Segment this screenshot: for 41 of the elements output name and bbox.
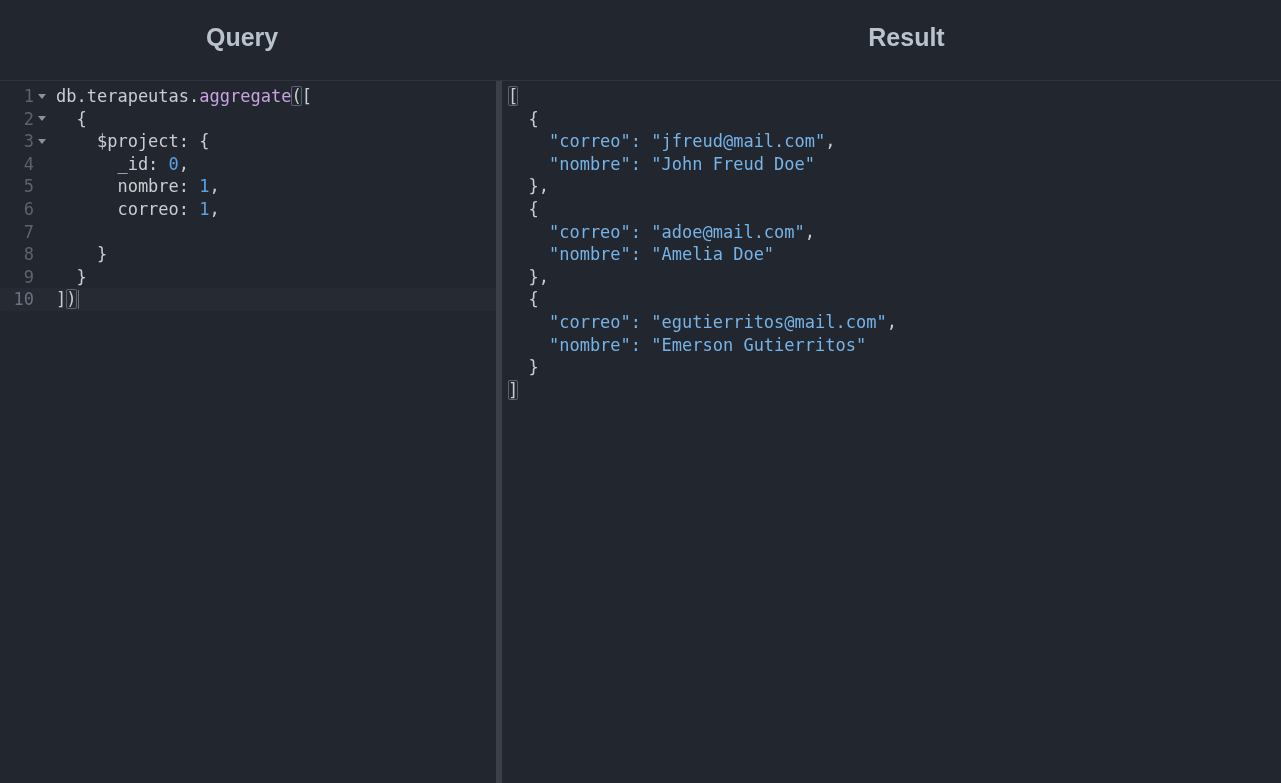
panel-title: Query bbox=[206, 22, 279, 52]
line-number: 2 bbox=[22, 107, 34, 131]
text-cursor bbox=[77, 290, 79, 310]
fold-arrow-icon[interactable] bbox=[38, 116, 46, 122]
code-line: } bbox=[95, 243, 108, 266]
result-line: "correo": "egutierritos@mail.com", bbox=[547, 310, 897, 334]
code-line: ]) bbox=[56, 288, 77, 311]
line-number: 6 bbox=[22, 197, 34, 221]
result-line: { bbox=[527, 197, 539, 221]
code-line: _id: 0, bbox=[116, 152, 190, 176]
line-number: 3 bbox=[22, 130, 34, 153]
code-line: { bbox=[75, 107, 87, 131]
code-line: correo: 1, bbox=[116, 197, 220, 221]
result-line: "correo": "adoe@mail.com", bbox=[547, 220, 816, 244]
line-number: 4 bbox=[22, 152, 34, 176]
result-line: "correo": "jfreud@mail.com", bbox=[547, 130, 836, 153]
line-number: 9 bbox=[22, 265, 34, 289]
line-number: 1 bbox=[22, 85, 34, 108]
line-number: 8 bbox=[22, 243, 34, 266]
query-editor[interactable]: 1 db.terapeutas.aggregate([ 2 { 3 $project: { 4 _id: 0, 5 nombre: 1, 6 correo: 1, 7 8 } 9 } 10 ]) bbox=[0, 81, 496, 783]
result-line: [ bbox=[508, 85, 519, 108]
result-line: }, bbox=[527, 265, 549, 289]
fold-arrow-icon[interactable] bbox=[38, 93, 46, 99]
panel-title: Result bbox=[868, 22, 945, 52]
result-line: } bbox=[527, 356, 539, 379]
result-line: "nombre": "John Freud Doe" bbox=[547, 152, 816, 176]
result-line: "nombre": "Emerson Gutierritos" bbox=[547, 333, 867, 357]
fold-arrow-icon[interactable] bbox=[38, 139, 46, 144]
result-line: { bbox=[527, 288, 539, 311]
code-line: $project: { bbox=[95, 130, 210, 153]
result-line: }, bbox=[527, 175, 549, 198]
code-line: nombre: 1, bbox=[116, 175, 220, 198]
code-line: db.terapeutas.aggregate([ bbox=[56, 85, 312, 108]
line-number: 10 bbox=[12, 288, 34, 311]
splitter-handle[interactable] bbox=[496, 81, 502, 783]
result-line: ] bbox=[508, 378, 519, 402]
result-line: { bbox=[527, 107, 539, 131]
line-number: 5 bbox=[22, 175, 34, 198]
code-line: } bbox=[75, 265, 87, 289]
result-line: "nombre": "Amelia Doe" bbox=[547, 243, 775, 266]
line-number: 7 bbox=[22, 220, 34, 244]
